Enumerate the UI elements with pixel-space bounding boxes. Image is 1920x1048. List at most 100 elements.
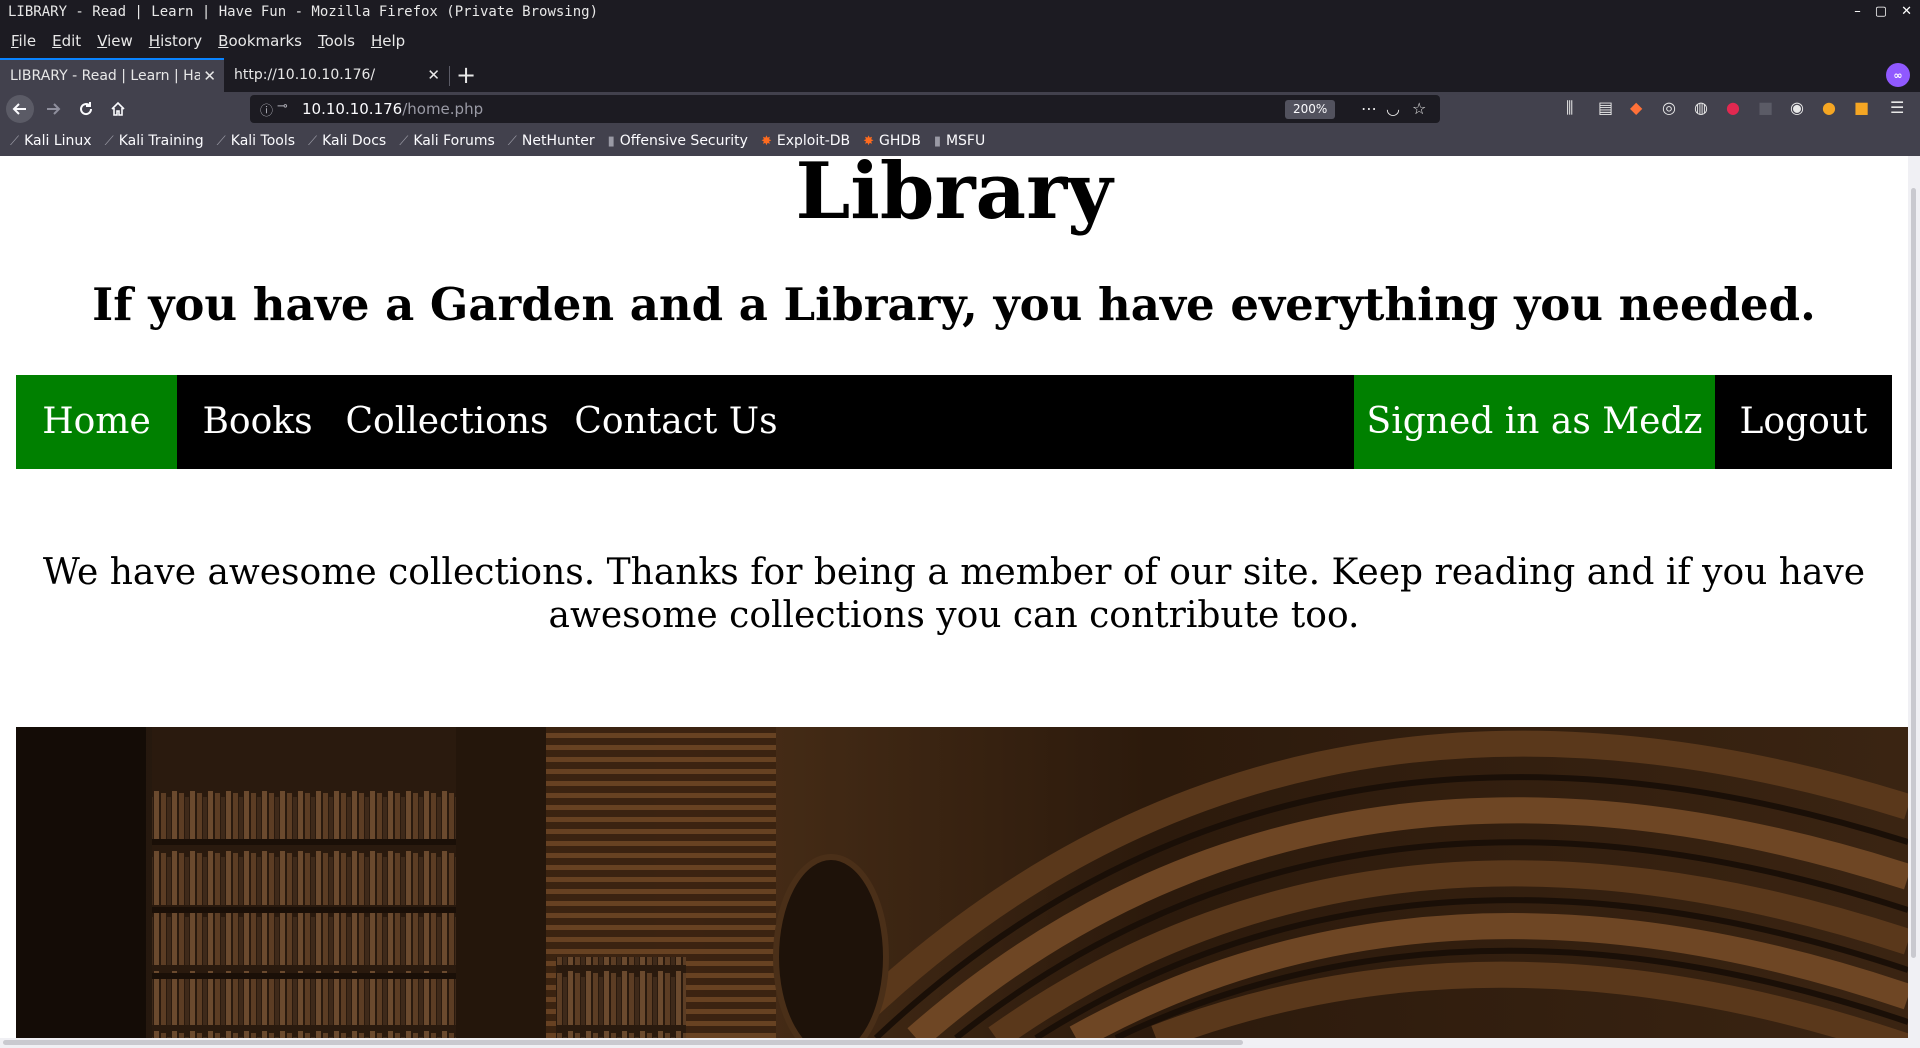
zoom-level[interactable]: 200% <box>1285 100 1336 119</box>
bookmark-msfu[interactable]: ▮ MSFU <box>934 133 985 149</box>
bookmark-label: NetHunter <box>521 133 595 149</box>
menu-bar: File Edit View History Bookmarks Tools H… <box>0 24 1920 58</box>
menu-view[interactable]: View <box>97 32 133 50</box>
tab-separator <box>449 66 450 86</box>
bookmark-exploit-db[interactable]: ✸ Exploit-DB <box>761 133 850 149</box>
close-window-icon[interactable]: ✕ <box>1901 0 1912 24</box>
kali-dragon-icon: ⟋ <box>10 133 20 149</box>
url-path: /home.php <box>402 100 484 118</box>
url-text[interactable]: 10.10.10.176/home.php <box>302 100 483 118</box>
kali-dragon-icon: ⟋ <box>308 133 318 149</box>
bookmark-label: Kali Docs <box>322 133 387 149</box>
nav-collections[interactable]: Collections <box>338 375 556 469</box>
page-actions-icon[interactable]: ⋯ <box>1361 99 1377 118</box>
close-tab-icon[interactable]: ✕ <box>427 66 440 84</box>
home-icon <box>111 101 125 116</box>
url-host: 10.10.10.176 <box>302 100 403 118</box>
menu-edit[interactable]: Edit <box>52 32 81 50</box>
hamburger-menu-icon[interactable]: ☰ <box>1890 98 1904 117</box>
kali-dragon-icon: ⟋ <box>104 133 114 149</box>
bookmark-label: GHDB <box>879 133 921 149</box>
tab-bar: LIBRARY - Read | Learn | Have Fun ✕ http… <box>0 58 1920 92</box>
nav-home[interactable]: Home <box>16 375 177 469</box>
nav-contact-us[interactable]: Contact Us <box>556 375 796 469</box>
bookmark-kali-tools[interactable]: ⟋ Kali Tools <box>217 133 295 149</box>
kali-dragon-icon: ⟋ <box>216 133 226 149</box>
info-icon[interactable]: ⓘ <box>260 100 273 119</box>
account-icon[interactable]: ◉ <box>1790 98 1804 117</box>
back-button[interactable] <box>6 95 34 123</box>
bookmark-label: Kali Tools <box>230 133 296 149</box>
tab-label: LIBRARY - Read | Learn | Have Fun <box>10 68 200 84</box>
forward-button[interactable] <box>39 95 67 123</box>
nav-signed-in-user[interactable]: Signed in as Medz <box>1354 375 1715 469</box>
bookmark-label: Kali Training <box>118 133 204 149</box>
vertical-scroll-thumb[interactable] <box>1911 188 1916 958</box>
arrow-right-icon <box>47 103 61 115</box>
private-browsing-icon: ∞ <box>1886 63 1910 87</box>
kali-dragon-icon: ⟋ <box>399 133 409 149</box>
site-navigation: Home Books Collections Contact Us Signed… <box>16 375 1892 469</box>
wappalyzer-icon[interactable]: ● <box>1726 98 1740 117</box>
bookmark-nethunter[interactable]: ⟋ NetHunter <box>508 133 595 149</box>
tab-label: http://10.10.10.176/ <box>234 67 376 83</box>
pocket-icon[interactable]: ◡ <box>1386 99 1400 118</box>
bookmark-ghdb[interactable]: ✸ GHDB <box>863 133 921 149</box>
key-icon[interactable]: ⊸ <box>277 99 288 114</box>
tab-home[interactable]: http://10.10.10.176/ ✕ <box>224 58 448 92</box>
cookie-editor-icon[interactable]: ● <box>1822 98 1836 117</box>
sidebar-icon[interactable]: ▤ <box>1598 98 1613 117</box>
menu-tools[interactable]: Tools <box>318 32 355 50</box>
bookmark-label: Kali Forums <box>413 133 495 149</box>
bookmarks-toolbar: ⟋ Kali Linux ⟋ Kali Training ⟋ Kali Tools ⟋… <box>0 126 1920 156</box>
kali-dragon-icon: ⟋ <box>507 133 517 149</box>
extension-icon[interactable]: ◎ <box>1662 98 1676 117</box>
new-tab-button[interactable]: + <box>455 60 477 90</box>
disabled-extension-icon[interactable]: ■ <box>1758 98 1773 117</box>
menu-file[interactable]: File <box>11 32 36 50</box>
maximize-icon[interactable]: ▢ <box>1875 0 1887 24</box>
cookie-icon[interactable]: ◍ <box>1694 98 1708 117</box>
extension-badge-icon[interactable]: ■ <box>1854 98 1869 117</box>
bookmark-label: Kali Linux <box>24 133 92 149</box>
bookmark-kali-docs[interactable]: ⟋ Kali Docs <box>308 133 386 149</box>
bookmark-label: Exploit-DB <box>776 133 851 149</box>
bookmark-label: MSFU <box>945 133 986 149</box>
bookmark-offensive-security[interactable]: ▮ Offensive Security <box>608 133 748 149</box>
horizontal-scroll-thumb[interactable] <box>3 1040 1243 1045</box>
site-tagline: If you have a Garden and a Library, you … <box>92 278 1816 331</box>
nav-books[interactable]: Books <box>177 375 338 469</box>
home-button[interactable] <box>104 95 132 123</box>
bookmark-kali-training[interactable]: ⟋ Kali Training <box>105 133 204 149</box>
bookmark-kali-forums[interactable]: ⟋ Kali Forums <box>399 133 495 149</box>
menu-history[interactable]: History <box>149 32 202 50</box>
site-title: Library <box>795 156 1113 237</box>
bookmark-label: Offensive Security <box>619 133 748 149</box>
window-title: LIBRARY - Read | Learn | Have Fun - Mozi… <box>8 4 599 20</box>
offsec-icon: ▮ <box>607 133 615 149</box>
welcome-message: We have awesome collections. Thanks for … <box>42 552 1866 636</box>
arrow-left-icon <box>12 103 26 115</box>
reload-button[interactable] <box>72 95 100 123</box>
menu-bookmarks[interactable]: Bookmarks <box>218 32 302 50</box>
menu-help[interactable]: Help <box>371 32 405 50</box>
bookmark-kali-linux[interactable]: ⟋ Kali Linux <box>10 133 92 149</box>
foxyproxy-icon[interactable]: ◆ <box>1630 98 1642 117</box>
page-viewport: Library If you have a Garden and a Libra… <box>0 156 1908 1038</box>
bookmark-star-icon[interactable]: ☆ <box>1412 99 1426 118</box>
minimize-icon[interactable]: – <box>1854 0 1861 24</box>
exploit-db-icon: ✸ <box>863 133 875 149</box>
tab-library[interactable]: LIBRARY - Read | Learn | Have Fun ✕ <box>0 58 224 92</box>
vertical-scrollbar[interactable] <box>1908 156 1920 1038</box>
reload-icon <box>80 102 93 116</box>
nav-logout[interactable]: Logout <box>1715 375 1892 469</box>
window-controls: – ▢ ✕ <box>1854 0 1912 24</box>
window-titlebar: LIBRARY - Read | Learn | Have Fun - Mozi… <box>0 0 1920 24</box>
close-tab-icon[interactable]: ✕ <box>203 67 216 85</box>
library-interior-image <box>16 727 1908 1038</box>
library-photo <box>16 727 1908 1038</box>
navigation-toolbar: ⓘ ⊸ 10.10.10.176/home.php 200% ⋯ ◡ ☆ ⫼ ▤… <box>0 92 1920 126</box>
url-bar[interactable]: ⓘ ⊸ 10.10.10.176/home.php 200% ⋯ ◡ ☆ <box>250 95 1440 123</box>
library-icon[interactable]: ⫼ <box>1566 98 1573 118</box>
horizontal-scrollbar[interactable] <box>0 1038 1920 1048</box>
